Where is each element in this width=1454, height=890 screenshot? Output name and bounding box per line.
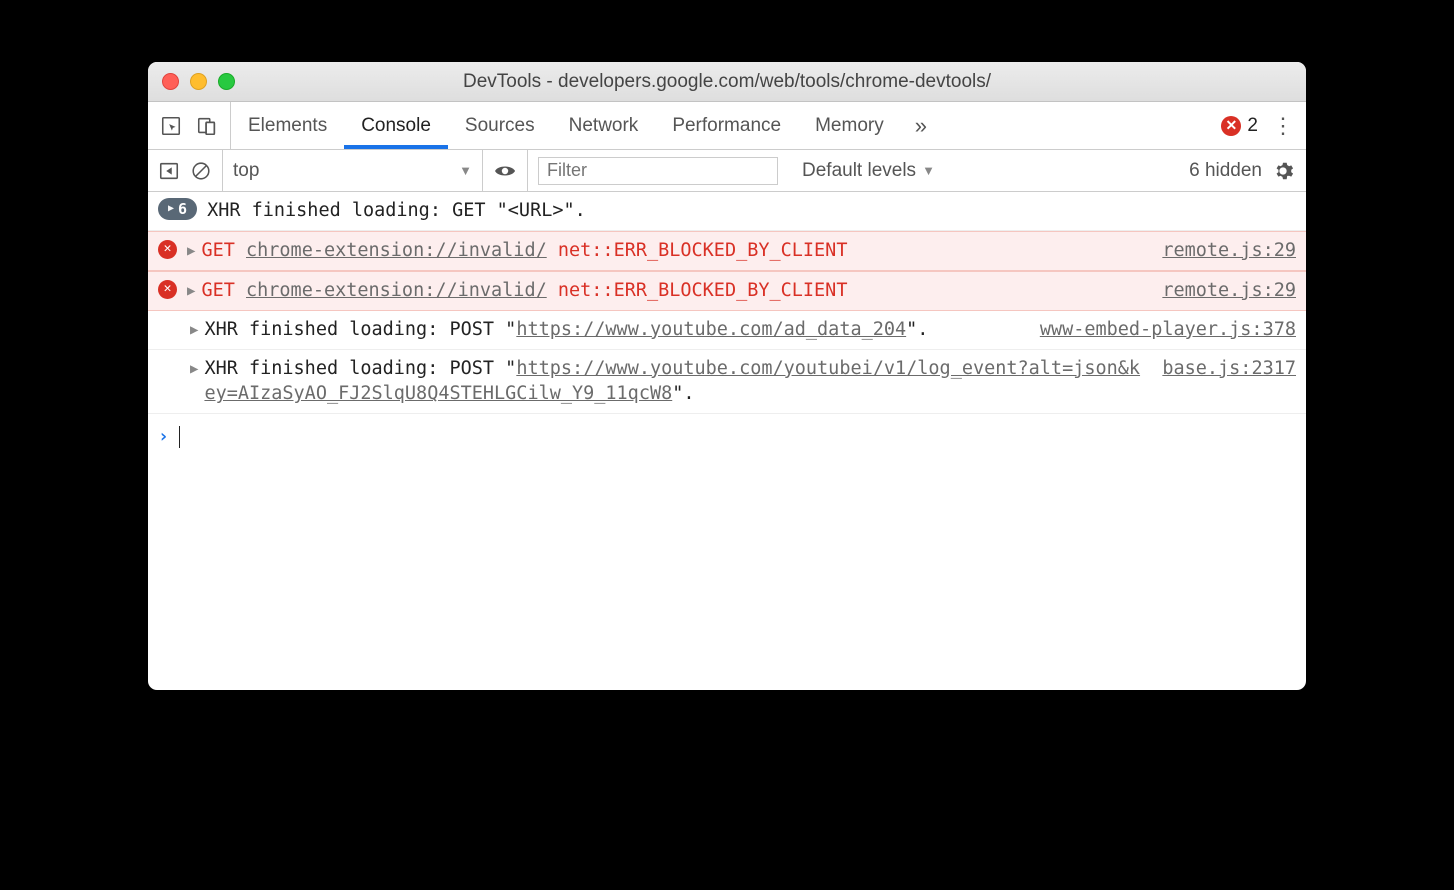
log-level-value: Default levels xyxy=(802,160,916,182)
error-count: 2 xyxy=(1247,115,1258,137)
devtools-window: DevTools - developers.google.com/web/too… xyxy=(148,62,1306,690)
request-url[interactable]: chrome-extension://invalid/ xyxy=(246,240,547,261)
tab-network[interactable]: Network xyxy=(552,102,656,149)
tab-console[interactable]: Console xyxy=(344,102,448,149)
minimize-icon[interactable] xyxy=(190,73,207,90)
console-prompt[interactable]: › xyxy=(148,414,1306,459)
log-prefix: XHR finished loading: POST " xyxy=(204,358,516,379)
clear-console-icon[interactable] xyxy=(190,160,212,182)
console-toolbar: top ▼ Default levels ▼ 6 hidden xyxy=(148,150,1306,192)
error-icon: ✕ xyxy=(158,280,177,299)
sidebar-toggle-icon[interactable] xyxy=(158,160,180,182)
message-group[interactable]: 6 XHR finished loading: GET "<URL>". xyxy=(148,192,1306,231)
request-url[interactable]: chrome-extension://invalid/ xyxy=(246,280,547,301)
expand-arrow-icon[interactable]: ▶ xyxy=(190,360,198,380)
gear-icon[interactable] xyxy=(1272,160,1294,182)
source-link[interactable]: base.js:2317 xyxy=(1162,356,1296,382)
console-error-row[interactable]: ✕ ▶ GET chrome-extension://invalid/ net:… xyxy=(148,231,1306,271)
empty-space xyxy=(148,460,1306,690)
traffic-lights xyxy=(162,73,235,90)
dropdown-arrow-icon: ▼ xyxy=(459,163,472,178)
prompt-caret-icon: › xyxy=(158,424,169,449)
window-title: DevTools - developers.google.com/web/too… xyxy=(148,71,1306,93)
close-icon[interactable] xyxy=(162,73,179,90)
log-suffix: ". xyxy=(906,319,928,340)
error-icon: ✕ xyxy=(1221,116,1241,136)
expand-arrow-icon[interactable]: ▶ xyxy=(187,282,195,302)
settings-menu-icon[interactable]: ⋮ xyxy=(1268,113,1298,139)
source-link[interactable]: remote.js:29 xyxy=(1162,238,1296,264)
titlebar: DevTools - developers.google.com/web/too… xyxy=(148,62,1306,102)
request-url[interactable]: https://www.youtube.com/ad_data_204 xyxy=(516,319,906,340)
tab-memory[interactable]: Memory xyxy=(798,102,901,149)
console-error-row[interactable]: ✕ ▶ GET chrome-extension://invalid/ net:… xyxy=(148,271,1306,311)
dropdown-arrow-icon: ▼ xyxy=(922,163,935,178)
http-method: GET xyxy=(201,280,234,301)
log-level-selector[interactable]: Default levels ▼ xyxy=(788,160,949,182)
more-tabs-icon[interactable]: » xyxy=(915,113,927,139)
source-link[interactable]: www-embed-player.js:378 xyxy=(1040,317,1296,343)
log-prefix: XHR finished loading: POST " xyxy=(204,319,516,340)
source-link[interactable]: remote.js:29 xyxy=(1162,278,1296,304)
inspect-icon[interactable] xyxy=(160,115,182,137)
console-log-row[interactable]: ▶ XHR finished loading: POST "https://ww… xyxy=(148,350,1306,415)
console-log-row[interactable]: ▶ XHR finished loading: POST "https://ww… xyxy=(148,311,1306,350)
tab-elements[interactable]: Elements xyxy=(231,102,344,149)
live-expression-icon[interactable] xyxy=(493,159,517,183)
text-cursor xyxy=(179,426,181,448)
expand-arrow-icon[interactable]: ▶ xyxy=(190,321,198,341)
group-count-badge: 6 xyxy=(158,198,197,220)
tab-performance[interactable]: Performance xyxy=(655,102,798,149)
console-messages: 6 XHR finished loading: GET "<URL>". ✕ ▶… xyxy=(148,192,1306,460)
zoom-icon[interactable] xyxy=(218,73,235,90)
http-method: GET xyxy=(201,240,234,261)
error-icon: ✕ xyxy=(158,240,177,259)
error-counter[interactable]: ✕ 2 xyxy=(1221,115,1258,137)
hidden-count[interactable]: 6 hidden xyxy=(1189,160,1262,182)
log-suffix: ". xyxy=(672,383,694,404)
group-message: XHR finished loading: GET "<URL>". xyxy=(207,198,1296,224)
error-code: net::ERR_BLOCKED_BY_CLIENT xyxy=(558,280,848,301)
panel-tabs: Elements Console Sources Network Perform… xyxy=(148,102,1306,150)
context-value: top xyxy=(233,160,259,182)
execution-context-selector[interactable]: top ▼ xyxy=(223,150,483,191)
error-code: net::ERR_BLOCKED_BY_CLIENT xyxy=(558,240,848,261)
device-toggle-icon[interactable] xyxy=(196,115,218,137)
expand-arrow-icon[interactable]: ▶ xyxy=(187,242,195,262)
tab-sources[interactable]: Sources xyxy=(448,102,552,149)
filter-input[interactable] xyxy=(538,157,778,185)
